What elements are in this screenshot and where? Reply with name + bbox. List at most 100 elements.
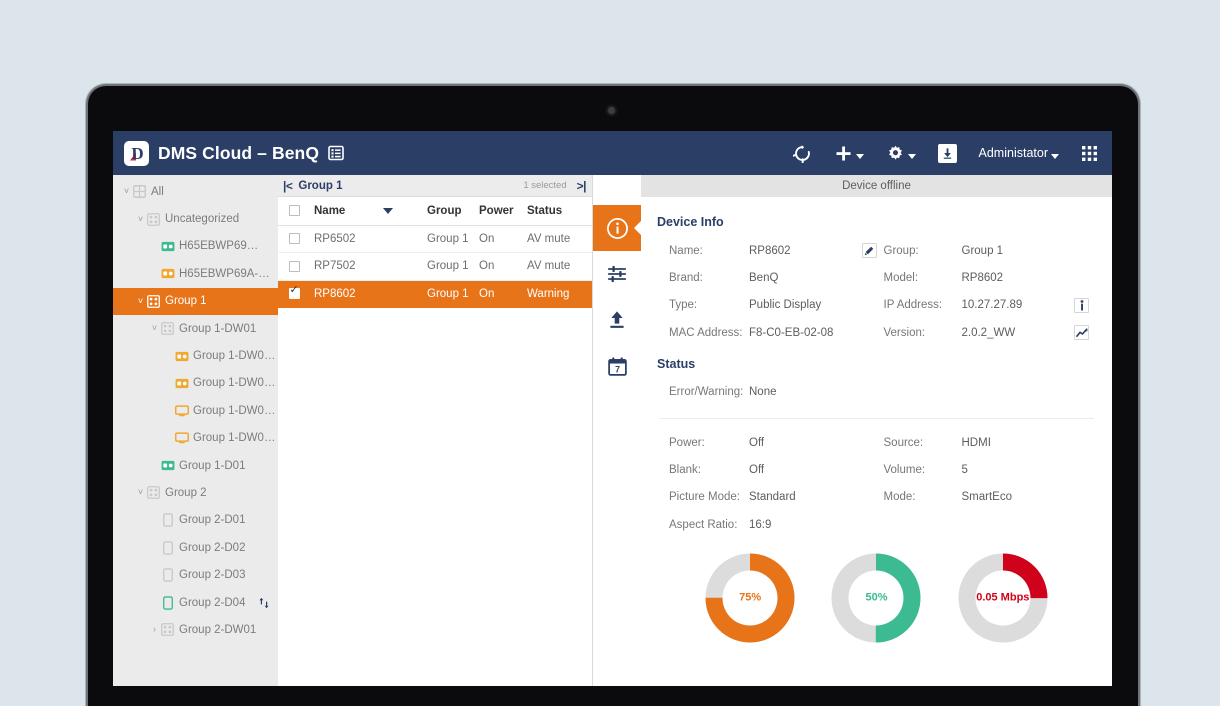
display-icon <box>160 268 175 279</box>
cell-name: RP7502 <box>310 252 423 281</box>
sidebar-item-group-1[interactable]: ˅ Group 1 <box>113 287 278 315</box>
device-detail-panel: Device offline Device Info Name: RP8602 Gr… <box>641 175 1112 686</box>
field-label-2: Volume: <box>883 464 926 477</box>
field-value-2: 2.0.2_WW <box>961 326 1016 339</box>
sidebar-item-group-2-d03[interactable]: Group 2-D03 <box>113 561 278 588</box>
sidebar-item-group-1-dw01-4[interactable]: Group 1-DW01-4 <box>113 425 278 452</box>
field-label-2 <box>884 511 962 538</box>
sidebar-item-h65ebwp69[interactable]: H65EBWP69… <box>113 233 278 260</box>
field-action-2[interactable] <box>1074 292 1096 319</box>
phone-icon <box>160 513 175 528</box>
sidebar-item-group-2-dw01[interactable]: › Group 2-DW01 <box>113 616 278 643</box>
settings-button[interactable] <box>886 144 916 163</box>
sidebar-item-group-2-d04[interactable]: Group 2-D04 <box>113 589 278 616</box>
cell-status: AV mute <box>523 225 592 253</box>
sidebar-item-label: Group 2-D04 <box>179 596 246 609</box>
device-table: Name Group Power Status RP6502 Group 1 On A… <box>278 197 592 308</box>
refresh-button[interactable] <box>792 144 812 163</box>
donut-bandwidth-red: 0.05 Mbps <box>956 551 1050 645</box>
tree-toggle-icon[interactable]: ˅ <box>121 187 132 196</box>
select-all-checkbox[interactable] <box>288 205 300 217</box>
sidebar-item-group-1-dw01-2[interactable]: Group 1-DW01-2 <box>113 370 278 397</box>
tab-device-info[interactable] <box>593 205 641 251</box>
sidebar-item-group-1-dw01-1[interactable]: Group 1-DW01-1 <box>113 342 278 369</box>
column-header-name[interactable]: Name <box>310 197 423 226</box>
edit-icon[interactable] <box>861 243 877 259</box>
tree-toggle-icon[interactable]: ˅ <box>135 488 146 497</box>
sidebar-item-h65ebwp69a[interactable]: H65EBWP69A-… <box>113 260 278 287</box>
table-row[interactable]: RP6502 Group 1 On AV mute <box>278 225 592 253</box>
row-checkbox[interactable] <box>288 285 300 300</box>
row-checkbox[interactable] <box>288 233 300 245</box>
app-header: D DMS Cloud – BenQ Administator <box>113 131 1112 175</box>
field-label: Aspect Ratio: <box>669 518 738 531</box>
table-row[interactable]: RP8602Group 1OnWarning <box>278 280 592 308</box>
list-view-icon[interactable] <box>328 145 344 161</box>
webcam-dot <box>608 107 615 114</box>
cell-group: Group 1 <box>423 252 475 281</box>
row-select-cell[interactable] <box>278 280 310 308</box>
info-icon[interactable] <box>1074 297 1089 313</box>
sidebar-item-label: Group 2 <box>165 486 207 499</box>
row-select-cell[interactable] <box>278 252 310 281</box>
selected-count-label: 1 selected <box>523 180 567 191</box>
field-value: Public Display <box>749 299 822 312</box>
select-all-header[interactable] <box>278 197 310 226</box>
tree-toggle-icon[interactable]: ˅ <box>149 324 160 333</box>
detail-tab-rail[interactable]: 7 <box>593 175 641 686</box>
tree-toggle-icon[interactable]: ˅ <box>135 214 146 224</box>
sidebar-item-label: Group 2-D01 <box>179 514 246 527</box>
donut-label: 50% <box>848 570 904 626</box>
user-menu[interactable]: Administator <box>979 146 1059 160</box>
column-header-power[interactable]: Power <box>475 197 523 226</box>
tree-toggle-icon[interactable]: › <box>149 625 160 634</box>
sidebar-item-group-1-dw01[interactable]: ˅ Group 1-DW01 <box>113 315 278 342</box>
field-action <box>862 319 884 346</box>
field-label: Power: <box>669 436 705 449</box>
row-select-cell[interactable] <box>278 225 310 253</box>
sidebar-item-group-2-d02[interactable]: Group 2-D02 <box>113 534 278 561</box>
group-folder-icon <box>160 322 175 336</box>
logo-letter: D <box>131 143 144 163</box>
field-action <box>862 456 884 483</box>
app-logo: D <box>124 140 149 166</box>
user-name-label: Administator <box>978 146 1048 160</box>
tree-toggle-icon[interactable]: ˅ <box>135 296 146 306</box>
sidebar-item-group-1-dw01-3[interactable]: Group 1-DW01-3 <box>113 397 278 424</box>
group-tree-sidebar[interactable]: ˅ All ˅ Uncategorized H65EBWP69… H65EBWP69A-…… <box>113 175 278 686</box>
sidebar-item-label: H65EBWP69… <box>179 240 259 253</box>
page-last-icon[interactable]: >| <box>577 179 587 193</box>
phone-icon <box>160 568 175 582</box>
column-header-status[interactable]: Status <box>523 197 592 226</box>
field-action[interactable] <box>861 237 884 264</box>
sidebar-item-label: Group 1 <box>165 295 207 308</box>
reorder-icon[interactable] <box>258 596 270 609</box>
field-value: Off <box>749 436 765 449</box>
tab-settings[interactable] <box>593 251 641 297</box>
group-folder-icon <box>146 486 161 500</box>
page-first-icon[interactable]: |< <box>283 179 293 193</box>
sidebar-item-group-1-d01[interactable]: Group 1-D01 <box>113 452 278 479</box>
field-value: Standard <box>749 491 796 504</box>
row-checkbox[interactable] <box>288 260 300 272</box>
display-icon <box>160 241 175 252</box>
sidebar-item-group-2-d01[interactable]: Group 2-D01 <box>113 507 278 534</box>
column-header-group[interactable]: Group <box>423 197 475 226</box>
download-button[interactable] <box>937 143 957 163</box>
sort-descending-icon[interactable] <box>382 207 393 214</box>
add-button[interactable] <box>834 144 864 163</box>
sidebar-item-all[interactable]: ˅ All <box>113 178 278 205</box>
cell-power: On <box>475 225 523 253</box>
apps-button[interactable] <box>1081 145 1098 162</box>
table-row[interactable]: RP7502 Group 1 On AV mute <box>278 252 592 281</box>
field-action-2[interactable] <box>1074 319 1096 346</box>
sidebar-item-group-2[interactable]: ˅ Group 2 <box>113 479 278 506</box>
sidebar-item-uncategorized[interactable]: ˅ Uncategorized <box>113 205 278 232</box>
plus-icon <box>834 144 853 163</box>
tab-schedule[interactable]: 7 <box>593 343 641 389</box>
field-value: BenQ <box>749 272 779 285</box>
tab-upload[interactable] <box>593 297 641 343</box>
trend-icon[interactable] <box>1074 325 1089 341</box>
device-list-panel: |< Group 1 1 selected >| Name Group Powe… <box>278 175 593 686</box>
cell-group: Group 1 <box>423 225 475 253</box>
